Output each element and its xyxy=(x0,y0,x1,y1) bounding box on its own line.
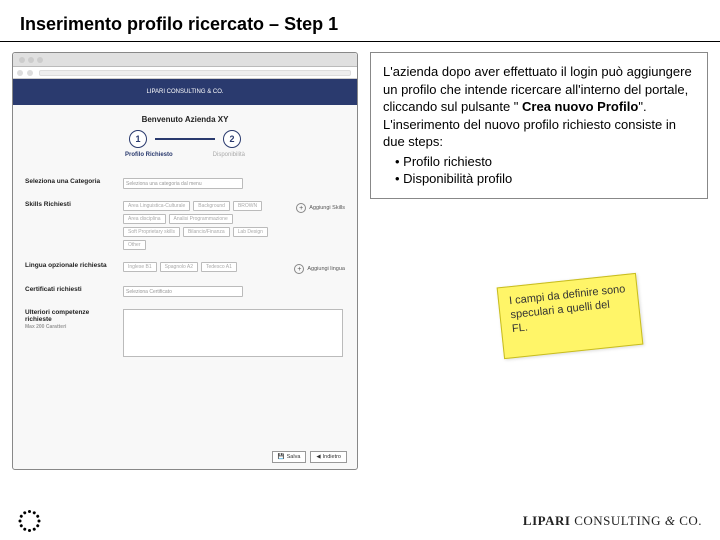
step-indicator: 1 2 xyxy=(13,130,357,148)
skills-label: Skills Richiesti xyxy=(25,201,113,208)
step-1-circle: 1 xyxy=(129,130,147,148)
wireframe-mockup: LIPARI CONSULTING & CO. Benvenuto Aziend… xyxy=(12,52,358,470)
welcome-heading: Benvenuto Azienda XY xyxy=(13,115,357,124)
add-skills-button[interactable]: + Aggiungi Skills xyxy=(296,203,345,213)
window-titlebar xyxy=(13,53,357,67)
step-2-circle: 2 xyxy=(223,130,241,148)
skill-chip[interactable]: Area Linguistica-Culturale xyxy=(123,201,190,211)
certificati-select[interactable]: Seleziona Certificato xyxy=(123,286,243,297)
skill-chip[interactable]: Analisi Programmazione xyxy=(169,214,233,224)
categoria-label: Seleziona una Categoria xyxy=(25,178,113,185)
lingue-chips: Inglese B1 Spagnolo A2 Tedesco A1 xyxy=(123,262,284,272)
loading-spinner-icon xyxy=(18,510,40,532)
save-button[interactable]: 💾 Salva xyxy=(272,451,307,463)
skill-chip[interactable]: Bilancio/Finanza xyxy=(183,227,230,237)
skill-chip[interactable]: Background xyxy=(193,201,230,211)
skills-chips: Area Linguistica-Culturale Background BR… xyxy=(123,201,286,250)
back-button[interactable]: ◀ Indietro xyxy=(310,451,347,463)
page-title: Inserimento profilo ricercato – Step 1 xyxy=(0,0,720,42)
bullet-profilo: Profilo richiesto xyxy=(383,153,695,171)
plus-icon: + xyxy=(294,264,304,274)
add-lingua-button[interactable]: + Aggiungi lingua xyxy=(294,264,345,274)
plus-icon: + xyxy=(296,203,306,213)
lingua-label: Lingua opzionale richiesta xyxy=(25,262,113,269)
skill-chip[interactable]: Area disciplina xyxy=(123,214,166,224)
brand-logo: LIPARI CONSULTING & CO. xyxy=(523,513,702,529)
sticky-note: I campi da definire sono speculari a que… xyxy=(497,273,644,359)
certificati-label: Certificati richiesti xyxy=(25,286,113,293)
step-2-label: Disponibilità xyxy=(213,152,245,158)
lingua-chip[interactable]: Inglese B1 xyxy=(123,262,157,272)
skill-chip[interactable]: Lab Design xyxy=(233,227,268,237)
browser-urlbar xyxy=(13,67,357,79)
lingua-chip[interactable]: Spagnolo A2 xyxy=(160,262,198,272)
lingua-chip[interactable]: Tedesco A1 xyxy=(201,262,237,272)
categoria-select[interactable]: Seleziona una categoria dal menu xyxy=(123,178,243,189)
skill-chip[interactable]: Soft Proprietary skills xyxy=(123,227,180,237)
competenze-label: Ulteriori competenze richieste Max 200 C… xyxy=(25,309,113,330)
description-box: L'azienda dopo aver effettuato il login … xyxy=(370,52,708,199)
skill-chip[interactable]: Other xyxy=(123,240,146,250)
competenze-textarea[interactable] xyxy=(123,309,343,357)
bullet-disponibilita: Disponibilità profilo xyxy=(383,170,695,188)
site-banner: LIPARI CONSULTING & CO. xyxy=(13,79,357,105)
step-1-label: Profilo Richiesto xyxy=(125,152,173,158)
skill-chip[interactable]: BROWN xyxy=(233,201,262,211)
